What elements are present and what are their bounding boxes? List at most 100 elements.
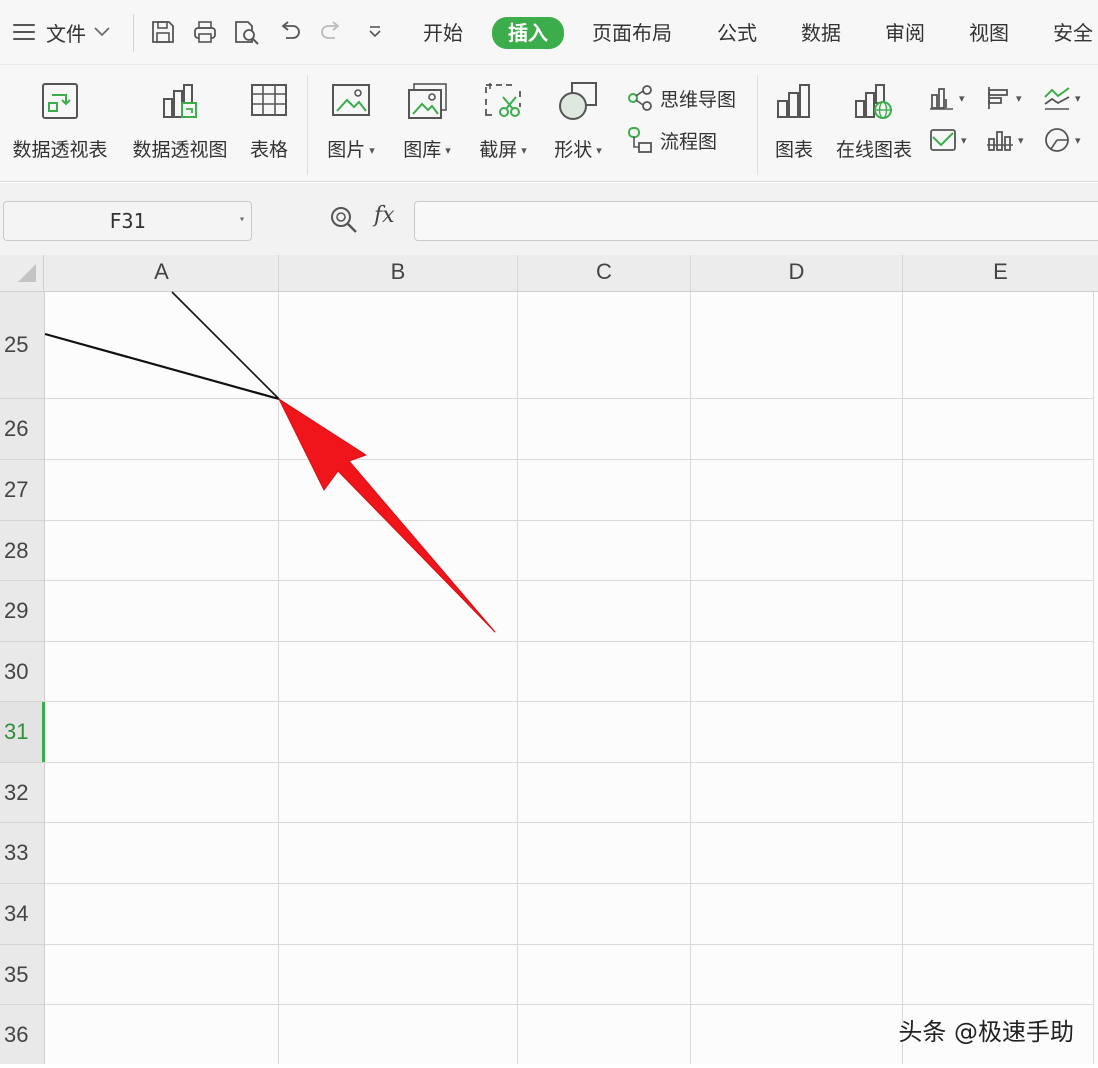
- stock-chart-icon: [987, 131, 1013, 151]
- pie-chart-icon: [1045, 128, 1069, 152]
- row-header[interactable]: 26: [0, 399, 44, 460]
- dropdown-caret-icon: ▾: [369, 144, 375, 157]
- shape-icon: [556, 79, 600, 123]
- dropdown-caret-icon: ▾: [961, 133, 967, 147]
- online-chart-icon: [852, 79, 896, 123]
- insert-function-button[interactable]: fx: [374, 203, 395, 228]
- gallery-button[interactable]: 图库 ▾: [398, 79, 456, 162]
- screenshot-icon: [481, 79, 525, 123]
- picture-button[interactable]: 图片 ▾: [322, 79, 380, 162]
- pivot-chart-label: 数据透视图: [132, 139, 228, 161]
- table-button[interactable]: 表格: [245, 79, 293, 162]
- pie-chart-button[interactable]: ▾: [1043, 123, 1081, 157]
- row-header-active[interactable]: 31: [0, 702, 45, 763]
- column-header-c[interactable]: C: [518, 255, 691, 291]
- dropdown-caret-icon: ▾: [445, 144, 451, 157]
- hamburger-icon: [12, 22, 36, 42]
- screenshot-button[interactable]: 截屏 ▾: [474, 79, 532, 162]
- save-icon[interactable]: [149, 18, 177, 46]
- tab-formulas[interactable]: 公式: [717, 19, 757, 47]
- stock-chart-button[interactable]: ▾: [986, 123, 1024, 157]
- mind-map-button[interactable]: 思维导图: [626, 81, 736, 115]
- column-header-e[interactable]: E: [903, 255, 1098, 291]
- row-gridline: [45, 701, 1093, 702]
- menu-bar: 文件 开始 插入 页面布局 公式 数据 审阅 视图 安全: [0, 0, 1098, 64]
- area-chart-button[interactable]: ▾: [929, 123, 967, 157]
- customize-toolbar-icon[interactable]: [361, 18, 389, 46]
- row-header[interactable]: 27: [0, 460, 44, 521]
- column-header-b[interactable]: B: [279, 255, 518, 291]
- undo-icon[interactable]: [276, 18, 304, 46]
- tab-page-layout[interactable]: 页面布局: [592, 19, 672, 47]
- column-chart-button[interactable]: ▾: [929, 81, 965, 115]
- column-gridline: [278, 292, 279, 1064]
- row-header[interactable]: 36: [0, 1005, 44, 1064]
- tab-data[interactable]: 数据: [801, 19, 841, 47]
- row-header[interactable]: 34: [0, 884, 44, 945]
- bar-chart-button[interactable]: ▾: [986, 81, 1022, 115]
- column-gridline: [1093, 292, 1094, 1064]
- pivot-table-button[interactable]: 数据透视表: [8, 79, 112, 162]
- bar-chart-icon: [772, 79, 816, 123]
- row-gridline: [45, 580, 1093, 581]
- flowchart-label: 流程图: [660, 130, 718, 153]
- shape-button[interactable]: 形状 ▾: [549, 79, 607, 162]
- dropdown-caret-icon: ▾: [959, 91, 965, 105]
- name-box[interactable]: F31 ▾: [3, 201, 252, 241]
- tab-home[interactable]: 开始: [423, 19, 463, 47]
- pivot-chart-button[interactable]: 数据透视图: [128, 79, 232, 162]
- row-header[interactable]: 30: [0, 642, 44, 702]
- row-header[interactable]: 33: [0, 823, 44, 884]
- flowchart-button[interactable]: 流程图: [626, 123, 717, 157]
- file-menu-label: 文件: [46, 21, 86, 46]
- formula-input[interactable]: [414, 201, 1098, 241]
- print-icon[interactable]: [191, 18, 219, 46]
- online-chart-label: 在线图表: [835, 139, 912, 161]
- tab-insert[interactable]: 插入: [492, 17, 564, 49]
- redo-icon[interactable]: [317, 18, 345, 46]
- dropdown-caret-icon: ▾: [1075, 133, 1081, 147]
- column-header-d[interactable]: D: [691, 255, 903, 291]
- chevron-down-icon[interactable]: ▾: [239, 214, 245, 225]
- gallery-label: 图库: [403, 139, 442, 161]
- online-chart-button[interactable]: 在线图表: [832, 79, 916, 162]
- mind-map-icon: [628, 85, 652, 111]
- tab-review[interactable]: 审阅: [885, 19, 925, 47]
- column-header-a[interactable]: A: [45, 255, 279, 291]
- dropdown-caret-icon: ▾: [596, 144, 602, 157]
- flowchart-icon: [628, 127, 652, 153]
- line-chart-icon: [1044, 87, 1070, 110]
- row-gridline: [45, 1004, 1093, 1005]
- cell-grid[interactable]: [45, 292, 1098, 1064]
- pivot-chart-icon: [158, 79, 202, 123]
- tab-view[interactable]: 视图: [969, 19, 1009, 47]
- row-header[interactable]: 28: [0, 521, 44, 581]
- picture-icon: [329, 79, 373, 123]
- tab-security[interactable]: 安全: [1053, 19, 1093, 47]
- chart-button[interactable]: 图表: [770, 79, 818, 162]
- shape-label: 形状: [554, 139, 593, 161]
- select-all-triangle-icon: [18, 264, 36, 282]
- watermark: 头条 @极速手助: [898, 1018, 1074, 1046]
- row-header[interactable]: 32: [0, 763, 44, 823]
- row-header[interactable]: 29: [0, 581, 44, 642]
- column-gridline: [690, 292, 691, 1064]
- line-chart-button[interactable]: ▾: [1043, 81, 1081, 115]
- dropdown-caret-icon: ▾: [521, 144, 527, 157]
- find-icon[interactable]: [329, 205, 359, 235]
- horizontal-bar-chart-icon: [988, 87, 1008, 109]
- row-gridline: [45, 398, 1093, 399]
- ribbon-divider: [307, 75, 308, 175]
- table-label: 表格: [249, 139, 288, 161]
- row-header[interactable]: 35: [0, 945, 44, 1005]
- row-gridline: [45, 822, 1093, 823]
- row-header[interactable]: 25: [0, 292, 44, 399]
- formula-bar: F31 ▾ fx: [0, 183, 1098, 255]
- ribbon-divider: [757, 75, 758, 175]
- column-chart-icon: [930, 88, 953, 110]
- select-all-button[interactable]: [0, 255, 44, 291]
- menu-divider: [133, 14, 134, 52]
- row-gridline: [45, 520, 1093, 521]
- print-preview-icon[interactable]: [233, 18, 261, 46]
- file-menu-button[interactable]: 文件: [12, 16, 110, 48]
